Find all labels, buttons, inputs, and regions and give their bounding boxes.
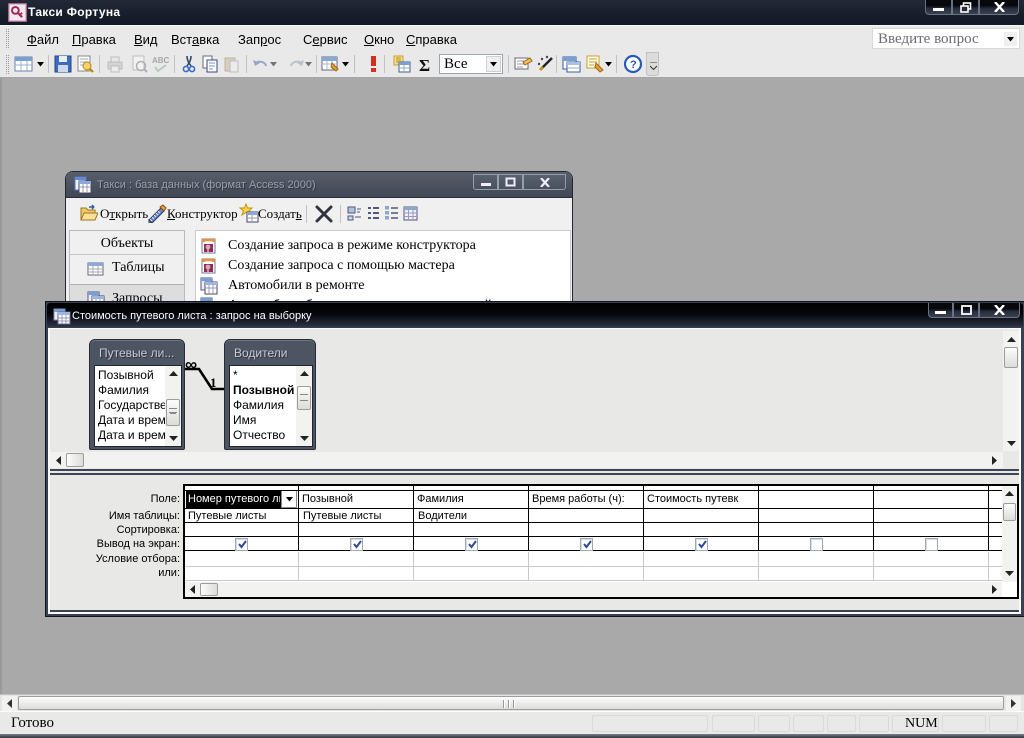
svg-text:Σ: Σ [419,56,430,74]
svg-text:ABC: ABC [152,56,170,65]
svg-text:?: ? [630,59,637,71]
